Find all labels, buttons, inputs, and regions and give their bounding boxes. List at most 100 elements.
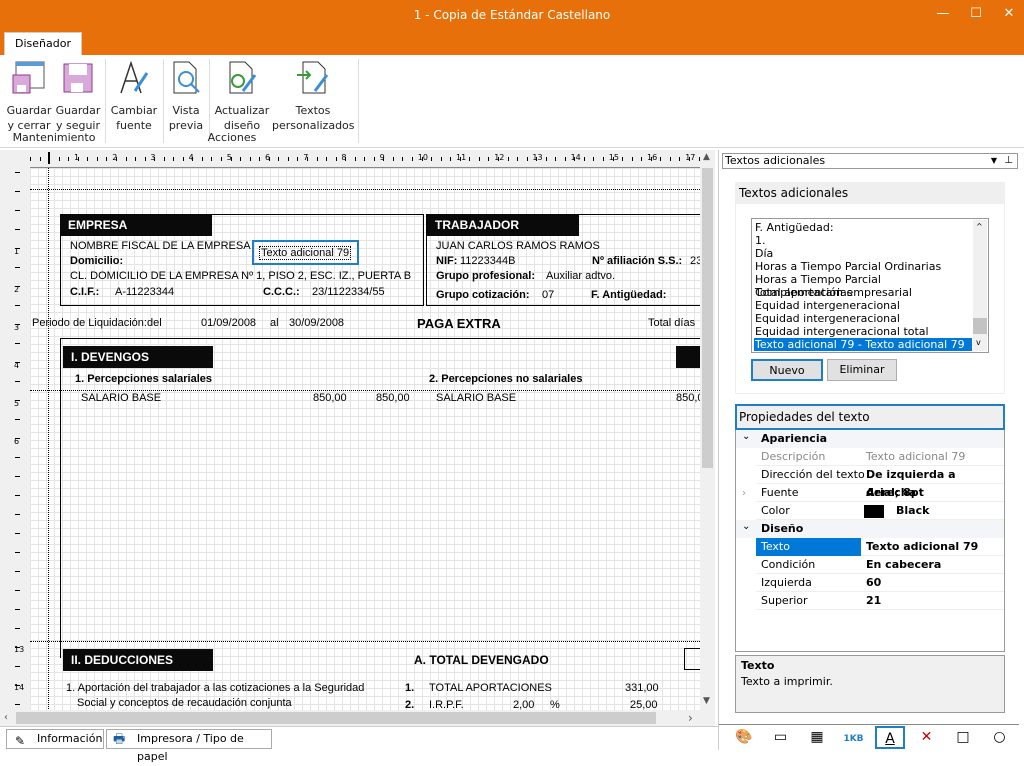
property-value[interactable]: Arial; 8pt bbox=[866, 484, 924, 502]
tab-disenador[interactable]: Diseñador bbox=[4, 32, 82, 56]
save-close-button[interactable]: Guardar y cerrar bbox=[6, 61, 52, 133]
dropdown-arrow-icon[interactable]: ▼ bbox=[991, 154, 997, 168]
scroll-up-icon[interactable]: ^ bbox=[976, 222, 983, 231]
scroll-thumb[interactable] bbox=[973, 318, 987, 334]
property-value[interactable]: 60 bbox=[866, 574, 881, 592]
table-icon[interactable]: ▦ bbox=[802, 726, 832, 749]
ruler-tick bbox=[612, 157, 614, 161]
list-scrollbar[interactable]: ^ v bbox=[973, 220, 987, 351]
cif-value: A-11223344 bbox=[115, 286, 175, 298]
panel-dropdown[interactable]: Textos adicionales ▼ ⊥ bbox=[722, 153, 1018, 169]
pin-icon[interactable]: ⊥ bbox=[1004, 154, 1013, 168]
devengos-box bbox=[60, 338, 700, 658]
design-canvas[interactable]: 1 2 3 4 5 6 7 8 9 10 11 12 13 14 15 16 17 1 2 3 4 5 6 13 14 EMP… bbox=[0, 150, 715, 710]
ruler-tick bbox=[688, 157, 690, 161]
scroll-left-icon[interactable]: ‹ bbox=[4, 712, 8, 723]
ruler-tick bbox=[345, 157, 347, 161]
afil-value: 23 bbox=[690, 255, 700, 267]
list-item[interactable]: Texto adicional 79 - Texto adicional 79 bbox=[754, 338, 972, 351]
refresh-design-button[interactable]: Actualizar diseño bbox=[212, 61, 272, 133]
chevron-down-icon[interactable]: ⌄ bbox=[742, 431, 750, 442]
property-value[interactable]: Texto adicional 79 bbox=[866, 538, 978, 556]
help-box: Texto Texto a imprimir. bbox=[735, 655, 1005, 713]
deducciones-title: II. DEDUCCIONES bbox=[63, 649, 213, 671]
save-button[interactable]: Guardar y seguir bbox=[55, 61, 101, 133]
selected-text-element[interactable]: Texto adicional 79 bbox=[252, 240, 359, 265]
text-icon[interactable]: A bbox=[875, 726, 905, 749]
property-row[interactable]: Color Black bbox=[756, 502, 1004, 520]
scroll-down-icon[interactable]: v bbox=[976, 338, 981, 347]
chevron-right-icon[interactable]: › bbox=[742, 488, 746, 499]
tab-informacion[interactable]: ✎ Información bbox=[6, 729, 104, 749]
ruler-tick bbox=[221, 157, 222, 161]
ruler-tick-label: 15 bbox=[608, 153, 619, 162]
minimize-button[interactable]: — bbox=[932, 4, 954, 24]
property-value[interactable]: 21 bbox=[866, 592, 881, 610]
list-item[interactable]: Total aportación empresarial bbox=[754, 286, 972, 299]
ruler-tick bbox=[583, 157, 585, 161]
property-value[interactable]: En cabecera bbox=[866, 556, 941, 574]
list-item[interactable]: Día bbox=[754, 247, 972, 260]
chevron-down-icon[interactable]: ⌄ bbox=[742, 521, 750, 532]
barcode-icon[interactable]: 1KB bbox=[839, 726, 869, 749]
save-icon bbox=[63, 63, 93, 93]
report-page[interactable]: EMPRESA NOMBRE FISCAL DE LA EMPRESA Domi… bbox=[30, 167, 700, 710]
property-grid[interactable]: ⌄ Apariencia Descripción Texto adicional 7… bbox=[735, 430, 1005, 652]
label: Textos bbox=[295, 104, 331, 117]
close-button[interactable]: ✕ bbox=[998, 4, 1020, 24]
category-diseno[interactable]: ⌄ Diseño bbox=[736, 520, 1004, 538]
scroll-thumb[interactable] bbox=[702, 168, 713, 468]
list-item[interactable]: Equidad intergeneracional total bbox=[754, 325, 972, 338]
property-row[interactable]: Texto Texto adicional 79 bbox=[756, 538, 1004, 556]
list-item[interactable]: Horas a Tiempo Parcial Ordinarias bbox=[754, 260, 972, 273]
category-apariencia[interactable]: ⌄ Apariencia bbox=[736, 430, 1004, 448]
property-value[interactable]: Black bbox=[896, 502, 929, 520]
horizontal-scrollbar[interactable]: ‹ › bbox=[0, 710, 715, 726]
texts-listbox[interactable]: F. Antigüedad: 1. Día Horas a Tiempo Parcia… bbox=[751, 218, 989, 353]
save-close-icon bbox=[12, 61, 45, 94]
ruler-tick bbox=[15, 457, 20, 458]
property-row[interactable]: Condición En cabecera bbox=[756, 556, 1004, 574]
scroll-down-icon[interactable]: ▼ bbox=[703, 696, 710, 706]
preview-button[interactable]: Vista previa bbox=[166, 61, 206, 133]
ruler-tick bbox=[326, 157, 328, 161]
list-item[interactable]: Equidad intergeneracional bbox=[754, 299, 972, 312]
property-row[interactable]: Fuente Arial; 8pt bbox=[756, 484, 1004, 502]
scroll-right-icon[interactable]: › bbox=[688, 711, 693, 725]
property-row[interactable]: Dirección del texto De izquierda a derech… bbox=[756, 466, 1004, 499]
custom-texts-button[interactable]: Textos personalizados bbox=[272, 61, 355, 133]
property-row[interactable]: Descripción Texto adicional 79 bbox=[756, 448, 1004, 466]
ruler-tick bbox=[115, 157, 117, 161]
palette-icon[interactable]: 🎨 bbox=[729, 726, 759, 749]
list-item[interactable]: F. Antigüedad: bbox=[754, 221, 972, 234]
rectangle-icon[interactable]: □ bbox=[948, 726, 978, 749]
property-value[interactable]: Texto adicional 79 bbox=[866, 448, 965, 466]
ruler-tick bbox=[192, 157, 194, 161]
ruler-tick bbox=[450, 157, 452, 161]
property-row[interactable]: Izquierda 60 bbox=[756, 574, 1004, 592]
period-to: 30/09/2008 bbox=[289, 317, 345, 329]
list-item[interactable]: Horas a Tiempo Parcial Complementarias bbox=[754, 273, 972, 299]
change-font-button[interactable]: Cambiar fuente bbox=[110, 60, 158, 133]
new-button[interactable]: Nuevo bbox=[751, 359, 823, 381]
list-item[interactable]: Equidad intergeneracional bbox=[754, 312, 972, 325]
ruler-tick bbox=[316, 157, 318, 161]
delete-button[interactable]: Eliminar bbox=[827, 359, 897, 381]
maximize-button[interactable]: ☐ bbox=[965, 4, 987, 24]
grupo-prof-value: Auxiliar adtvo. bbox=[546, 270, 616, 282]
tab-impresora[interactable]: 🖶 Impresora / Tipo de papel bbox=[106, 729, 272, 763]
image-icon[interactable]: ▭ bbox=[766, 726, 796, 749]
ellipse-icon[interactable]: ○ bbox=[985, 726, 1015, 749]
list-item[interactable]: 1. bbox=[754, 234, 972, 247]
property-name: Izquierda bbox=[761, 576, 812, 589]
ruler-tick bbox=[650, 157, 652, 161]
vertical-scrollbar[interactable]: ▲ ▼ bbox=[700, 150, 715, 710]
line-icon[interactable]: ✕ bbox=[912, 726, 942, 749]
scroll-thumb[interactable] bbox=[16, 712, 656, 724]
property-row[interactable]: Superior 21 bbox=[756, 592, 1004, 610]
scroll-up-icon[interactable]: ▲ bbox=[703, 152, 710, 162]
ruler-tick bbox=[306, 157, 308, 161]
company-name: NOMBRE FISCAL DE LA EMPRESA bbox=[70, 240, 251, 252]
ruler-tick bbox=[240, 157, 242, 161]
ruler-tick bbox=[77, 157, 79, 161]
